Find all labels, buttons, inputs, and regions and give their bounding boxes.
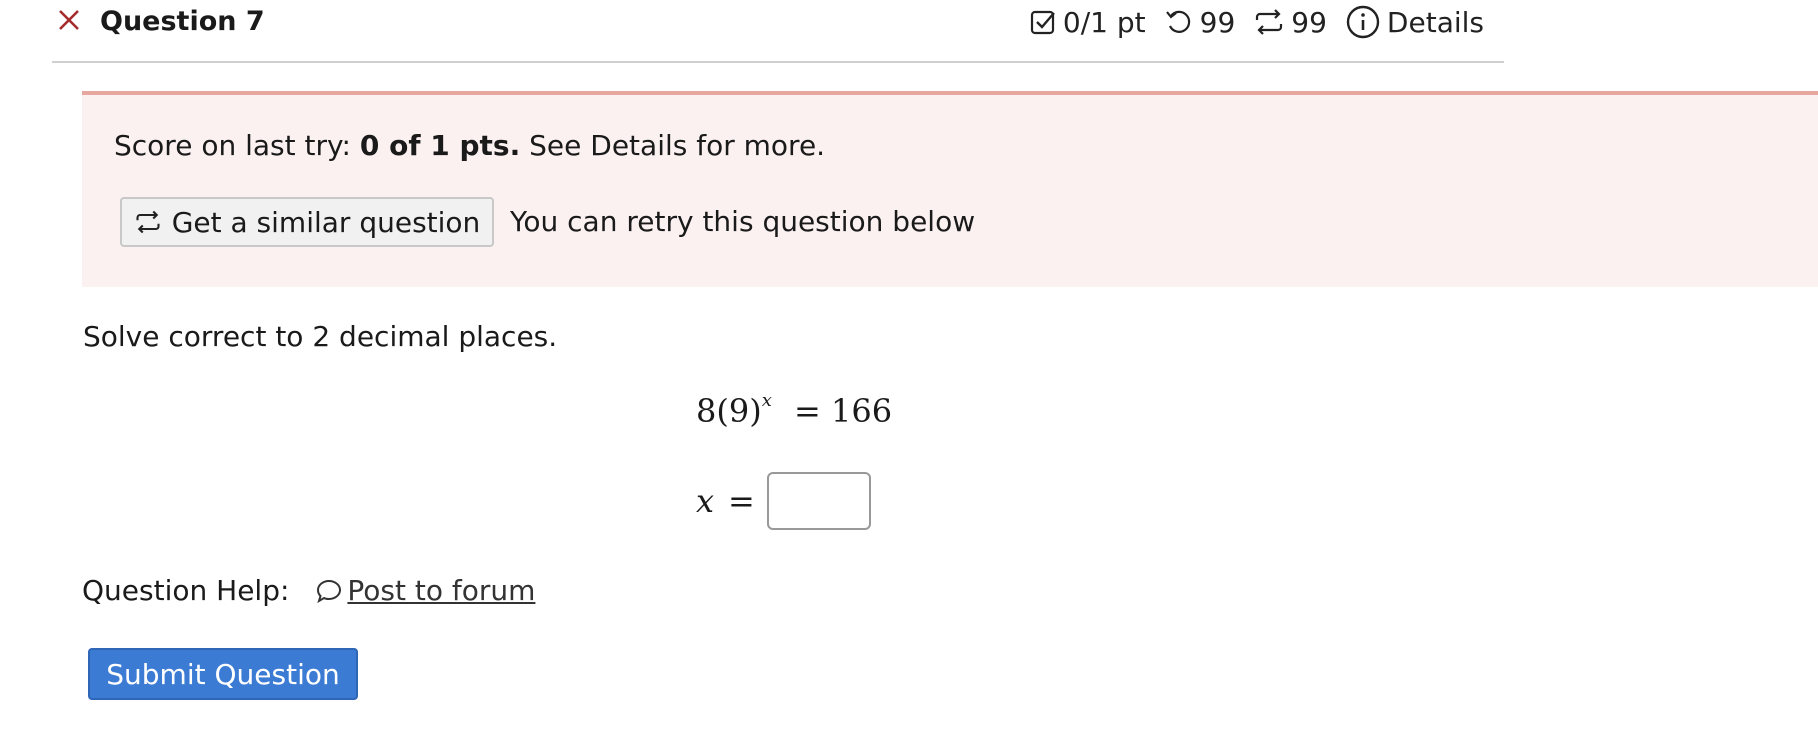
question-header: Question 7 0/1 pt 99 99 Details: [52, 0, 1504, 63]
checkbox-icon: [1030, 10, 1055, 35]
equation: 8(9)x = 166: [696, 390, 893, 430]
equation-exponent: x: [761, 390, 772, 411]
info-icon: [1346, 5, 1380, 39]
question-prompt: Solve correct to 2 decimal places.: [83, 320, 558, 353]
retries-indicator: 99: [1164, 5, 1236, 39]
score-prefix: Score on last try:: [114, 129, 351, 162]
retry-arrow-icon: [1165, 10, 1190, 33]
get-similar-question-button[interactable]: Get a similar question: [120, 197, 494, 247]
last-try-banner: Score on last try: 0 of 1 pts. See Detai…: [82, 91, 1818, 287]
similar-indicator: 99: [1253, 6, 1327, 39]
details-label[interactable]: Details: [1387, 6, 1484, 39]
points-text: 0/1 pt: [1062, 5, 1146, 39]
forum-link-label[interactable]: Post to forum: [347, 574, 535, 607]
retries-count: 99: [1199, 5, 1236, 39]
similar-button-label: Get a similar question: [171, 205, 481, 239]
equation-rhs: = 166: [794, 392, 893, 430]
points-indicator: 0/1 pt: [1029, 6, 1146, 39]
swap-arrows-icon: [136, 210, 160, 234]
answer-input[interactable]: [766, 472, 871, 530]
incorrect-x-icon: [59, 10, 79, 30]
question-help: Question Help: Post to forum: [82, 574, 535, 607]
similar-count: 99: [1291, 5, 1327, 39]
post-to-forum-link[interactable]: Post to forum: [315, 574, 535, 607]
score-suffix: See Details for more.: [529, 129, 826, 162]
question-meta: 0/1 pt 99 99 Details: [1029, 4, 1484, 40]
submit-question-button[interactable]: Submit Question: [88, 648, 358, 700]
equation-base: 8(9): [696, 392, 762, 430]
score-line: Score on last try: 0 of 1 pts. See Detai…: [114, 129, 825, 162]
answer-variable: x: [696, 482, 715, 520]
score-value: 0 of 1 pts.: [359, 129, 521, 162]
help-label: Question Help:: [82, 574, 290, 607]
answer-row: x =: [696, 472, 871, 530]
question-title: Question 7: [100, 6, 265, 37]
speech-bubble-icon: [317, 579, 342, 603]
details-link[interactable]: Details: [1345, 4, 1484, 40]
retry-text: You can retry this question below: [510, 205, 976, 238]
swap-arrows-icon: [1256, 9, 1283, 35]
answer-equals: =: [728, 482, 755, 520]
